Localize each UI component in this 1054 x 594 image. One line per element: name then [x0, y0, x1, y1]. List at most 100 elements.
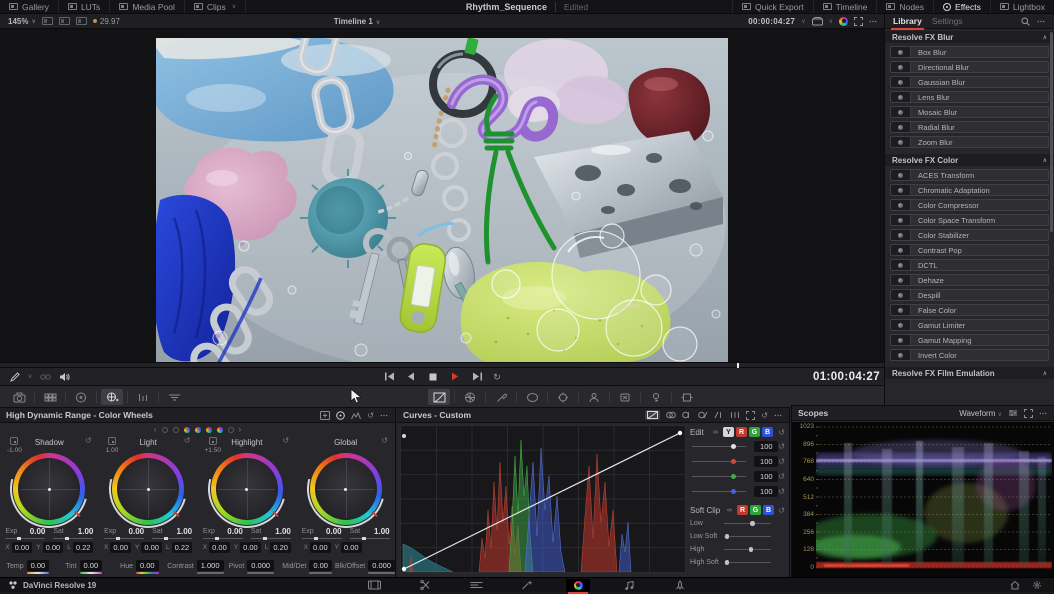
hue-vs-sat-icon[interactable] — [682, 411, 692, 419]
chevron-down-icon[interactable]: ∨ — [829, 18, 833, 25]
chevron-down-icon[interactable]: ∨ — [801, 18, 805, 25]
curves-palette-icon[interactable] — [428, 389, 450, 405]
slider-handle[interactable] — [725, 534, 730, 539]
play-button[interactable] — [449, 372, 461, 382]
library-effect-item[interactable]: Invert Color — [890, 349, 1049, 361]
sizing-palette-icon[interactable] — [676, 389, 698, 405]
scope-mode-select[interactable]: Waveform ∨ — [959, 409, 1002, 418]
search-icon[interactable] — [1021, 17, 1030, 26]
expand-panel-icon[interactable] — [746, 411, 755, 420]
step-back-button[interactable] — [405, 372, 417, 382]
curve-channel-slider[interactable]: 100 ↺ — [690, 469, 785, 484]
hue-vs-hue-icon[interactable] — [666, 411, 676, 419]
wheel-reset-icon[interactable]: ↺ — [85, 436, 92, 445]
hdr-field-value[interactable]: 1.000 — [197, 560, 224, 574]
rgb-mixer-palette-icon[interactable] — [132, 389, 154, 405]
power-window-palette-icon[interactable] — [521, 389, 543, 405]
wheel-x-value[interactable]: X0.00 — [5, 542, 32, 553]
zone-range-badge[interactable]: 1.00 — [106, 437, 119, 453]
topbar-button[interactable]: LUTs — [59, 0, 110, 13]
topbar-button[interactable]: Clips — [185, 0, 246, 13]
tracker-palette-icon[interactable] — [552, 389, 574, 405]
slider-handle[interactable] — [749, 547, 754, 552]
more-options-icon[interactable]: ⋯ — [774, 411, 783, 420]
sat-vs-sat-icon[interactable] — [730, 411, 740, 419]
zone-range-badge[interactable]: +1.50 — [205, 437, 221, 453]
blur-palette-icon[interactable] — [614, 389, 636, 405]
library-effect-item[interactable]: Lens Blur — [890, 91, 1049, 103]
color-match-palette-icon[interactable] — [39, 389, 61, 405]
section-header-film-emulation[interactable]: Resolve FX Film Emulation ∧ — [885, 367, 1054, 379]
channel-chip[interactable]: G — [750, 505, 761, 515]
softclip-slider[interactable] — [724, 536, 771, 537]
exposure-slider[interactable]: Exp0.00 — [203, 528, 243, 541]
softclip-slider[interactable] — [724, 562, 771, 563]
topbar-button[interactable]: Effects — [933, 0, 990, 13]
library-effect-item[interactable]: Chromatic Adaptation — [890, 184, 1049, 196]
section-header-color[interactable]: Resolve FX Color ∧ — [885, 154, 1054, 166]
wheel-y-value[interactable]: Y0.00 — [335, 542, 362, 553]
wheel-center-dot[interactable] — [245, 488, 248, 491]
library-effect-item[interactable]: Color Stabilizer — [890, 229, 1049, 241]
waveform-scope[interactable]: 10238967686405123842561280 — [792, 422, 1054, 577]
wheel-lum-value[interactable]: L0.22 — [166, 542, 192, 553]
go-to-start-button[interactable] — [383, 372, 395, 382]
hdr-field-value[interactable]: 0.000 — [247, 560, 274, 574]
reset-panel-icon[interactable]: ↺ — [367, 411, 374, 420]
library-effect-item[interactable]: Box Blur — [890, 46, 1049, 58]
gang-link-icon[interactable]: ∞ — [727, 507, 732, 514]
color-wheel-field[interactable] — [18, 458, 80, 520]
slider-handle[interactable] — [725, 560, 730, 565]
channel-chip[interactable]: R — [736, 427, 747, 437]
library-effect-item[interactable]: False Color — [890, 304, 1049, 316]
page-color-button[interactable] — [566, 579, 590, 592]
zone-range-badge[interactable]: -1.00 — [7, 437, 22, 453]
library-effect-item[interactable]: Color Compressor — [890, 199, 1049, 211]
wheel-center-dot[interactable] — [147, 488, 150, 491]
scope-settings-icon[interactable] — [1008, 409, 1018, 417]
wheel-reset-icon[interactable]: ↺ — [381, 436, 388, 445]
slider-handle[interactable] — [731, 459, 736, 464]
slider-value[interactable]: 100 — [754, 441, 778, 452]
color-wheel[interactable] — [13, 453, 85, 525]
key-palette-icon[interactable] — [645, 389, 667, 405]
topbar-button[interactable]: Quick Export — [732, 0, 813, 13]
curve-channel-slider[interactable]: 100 ↺ — [690, 484, 785, 499]
pager-dot[interactable] — [173, 427, 179, 433]
more-options-icon[interactable]: ⋯ — [1037, 17, 1046, 26]
library-effect-item[interactable]: Contrast Pop — [890, 244, 1049, 256]
hdr-field-value[interactable]: 0.000 — [368, 560, 395, 574]
hdr-field-value[interactable]: 0.00 — [27, 560, 50, 574]
topbar-button[interactable]: Lightbox — [990, 0, 1054, 13]
channel-chip[interactable]: B — [762, 427, 773, 437]
color-viewer-mode-icon[interactable] — [839, 17, 848, 26]
hdr-palette-icon[interactable] — [101, 389, 123, 405]
topbar-button[interactable]: Gallery — [0, 0, 59, 13]
library-effect-item[interactable]: ACES Transform — [890, 169, 1049, 181]
timeline-select[interactable]: Timeline 1∨ — [0, 17, 714, 26]
pager-dot-active[interactable] — [206, 427, 212, 433]
library-effect-item[interactable]: Zoom Blur — [890, 136, 1049, 148]
slider-handle[interactable] — [731, 474, 736, 479]
reset-icon[interactable]: ↺ — [778, 457, 785, 466]
viewer-timecode[interactable]: 00:00:04:27 — [748, 17, 795, 26]
pager-dot-active[interactable] — [184, 427, 190, 433]
library-effect-item[interactable]: Dehaze — [890, 274, 1049, 286]
slider-value[interactable]: 100 — [754, 486, 778, 497]
hue-vs-lum-icon[interactable] — [698, 411, 708, 419]
section-header-blur[interactable]: Resolve FX Blur ∧ — [885, 31, 1054, 43]
color-wheel-field[interactable] — [216, 458, 278, 520]
pager-dot[interactable] — [162, 427, 168, 433]
custom-curve-mode-icon[interactable] — [645, 410, 660, 420]
page-deliver-button[interactable] — [668, 579, 692, 592]
viewer-stage[interactable] — [0, 29, 884, 362]
page-edit-button[interactable] — [464, 579, 488, 592]
more-options-icon[interactable]: ⋯ — [1039, 409, 1048, 418]
slider-value[interactable]: 100 — [754, 456, 778, 467]
softclip-slider[interactable] — [724, 549, 771, 550]
reset-icon[interactable]: ↺ — [778, 506, 785, 515]
topbar-button[interactable]: Media Pool — [110, 0, 185, 13]
expand-panel-icon[interactable] — [1024, 409, 1033, 418]
lum-vs-sat-icon[interactable] — [714, 411, 724, 419]
hdr-field-value[interactable]: 0.00 — [80, 560, 103, 574]
